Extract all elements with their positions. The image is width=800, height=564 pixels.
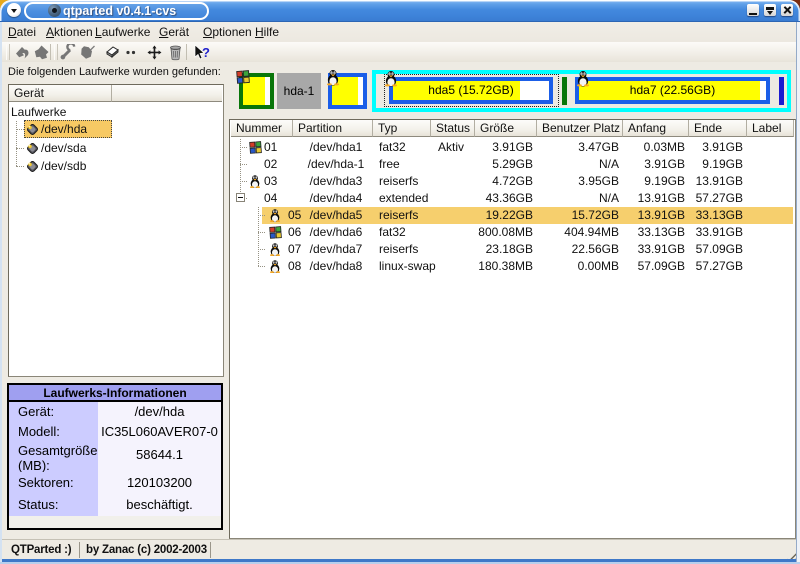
svg-text:?: ? bbox=[202, 45, 210, 60]
